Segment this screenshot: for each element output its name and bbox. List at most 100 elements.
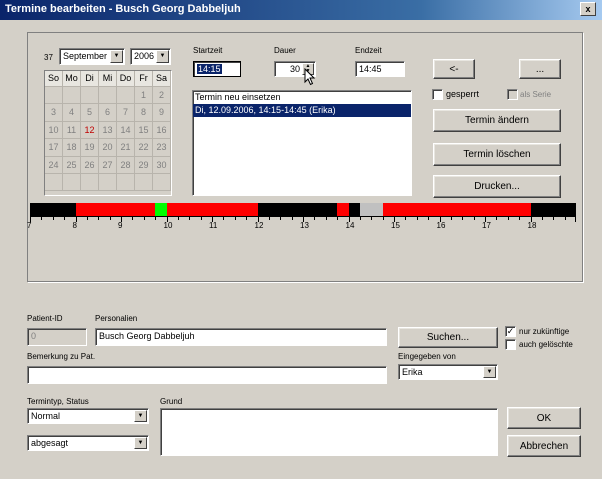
mouse-cursor-icon <box>304 68 316 86</box>
patient-id-value: 0 <box>31 331 37 341</box>
back-button[interactable]: <- <box>433 59 475 79</box>
calendar-day <box>45 87 63 105</box>
timeline-tick <box>132 217 134 220</box>
remark-input[interactable] <box>27 366 387 384</box>
year-select[interactable]: 2006 ▼ <box>130 48 171 65</box>
close-icon: x <box>585 4 591 14</box>
calendar-day[interactable]: 11 <box>63 121 81 140</box>
calendar-day[interactable]: 29 <box>135 156 153 174</box>
timeline-tick <box>325 217 327 220</box>
calendar-day[interactable]: 4 <box>63 104 81 122</box>
personal-input[interactable]: Busch Georg Dabbeljuh <box>95 328 387 346</box>
cancel-label: Abbrechen <box>519 440 569 452</box>
calendar-day[interactable]: 9 <box>153 104 171 122</box>
day-timeline[interactable] <box>30 203 576 216</box>
status-select[interactable]: abgesagt ▼ <box>27 435 149 451</box>
calendar-day[interactable]: 14 <box>117 121 135 140</box>
locked-checkbox[interactable] <box>432 89 443 100</box>
calendar-day[interactable]: 28 <box>117 156 135 174</box>
calendar-day[interactable]: 6 <box>99 104 117 122</box>
ok-button[interactable]: OK <box>507 407 581 429</box>
series-label: als Serie <box>520 90 552 99</box>
calendar-day[interactable]: 25 <box>63 156 81 174</box>
deleted-too-checkbox[interactable] <box>505 339 516 350</box>
timeline-segment-selected[interactable] <box>359 203 383 216</box>
start-time-input[interactable]: 14:15 <box>193 61 241 77</box>
weekday-header: Mi <box>99 71 117 87</box>
calendar-day[interactable]: 21 <box>117 139 135 157</box>
timeline-segment-booked[interactable] <box>75 203 156 216</box>
month-select[interactable]: September ▼ <box>59 48 125 65</box>
timeline-tick <box>223 217 225 220</box>
calendar-day[interactable]: 24 <box>45 156 63 174</box>
calendar-day[interactable]: 19 <box>81 139 99 157</box>
calendar-day[interactable]: 2 <box>153 87 171 105</box>
calendar-week-row <box>45 173 171 192</box>
calendar-day[interactable]: 23 <box>153 139 171 157</box>
calendar-day <box>63 87 81 105</box>
timeline-tick <box>519 217 521 220</box>
timeline-segment-free[interactable] <box>348 203 360 216</box>
end-time-label: Endzeit <box>355 46 382 55</box>
window-title-bar[interactable]: Termine bearbeiten - Busch Georg Dabbelj… <box>0 0 602 20</box>
delete-appointment-button[interactable]: Termin löschen <box>433 143 561 166</box>
change-appointment-button[interactable]: Termin ändern <box>433 109 561 132</box>
timeline-segment-free[interactable] <box>530 203 576 216</box>
timeline-segment-available[interactable] <box>155 203 167 216</box>
patient-id-input[interactable]: 0 <box>27 328 87 346</box>
reason-textarea[interactable] <box>160 408 498 456</box>
series-checkbox[interactable] <box>507 89 518 100</box>
weekday-header: Mo <box>63 71 81 87</box>
timeline-tick <box>143 217 145 220</box>
calendar-day[interactable]: 3 <box>45 104 63 122</box>
appointment-list[interactable]: Termin neu einsetzen Di, 12.09.2006, 14:1… <box>192 90 412 196</box>
calendar-day[interactable]: 22 <box>135 139 153 157</box>
calendar-day[interactable]: 17 <box>45 139 63 157</box>
calendar-day[interactable]: 13 <box>99 121 117 140</box>
calendar-grid[interactable]: So Mo Di Mi Do Fr Sa 1 2 3 4 5 6 7 8 9 10 11 12 13 14 15 16 17 1… <box>44 70 172 196</box>
timeline-tick <box>155 217 157 220</box>
chevron-down-icon: ▼ <box>134 410 147 422</box>
calendar-day[interactable]: 27 <box>99 156 117 174</box>
calendar-day[interactable]: 1 <box>135 87 153 105</box>
appointment-list-item[interactable]: Termin neu einsetzen <box>193 91 411 104</box>
end-time-input[interactable]: 14:45 <box>355 61 405 77</box>
calendar-day[interactable]: 26 <box>81 156 99 174</box>
timeline-tick <box>496 217 498 220</box>
calendar-day[interactable]: 15 <box>135 121 153 140</box>
duration-value: 30 <box>289 64 300 74</box>
calendar-day[interactable]: 16 <box>153 121 171 140</box>
timeline-tick <box>109 217 111 220</box>
calendar-day[interactable]: 20 <box>99 139 117 157</box>
timeline-tick <box>575 217 576 222</box>
future-only-checkbox[interactable]: ✓ <box>505 326 516 337</box>
appointment-list-item[interactable]: Di, 12.09.2006, 14:15-14:45 (Erika) <box>193 104 411 117</box>
calendar-day[interactable]: 5 <box>81 104 99 122</box>
calendar-week-row: 17 18 19 20 21 22 23 <box>45 139 171 157</box>
search-button[interactable]: Suchen... <box>398 327 498 348</box>
calendar-day[interactable]: 30 <box>153 156 171 174</box>
timeline-tick <box>405 217 407 220</box>
print-button[interactable]: Drucken... <box>433 175 561 198</box>
delete-appointment-label: Termin löschen <box>463 149 531 160</box>
timeline-tick <box>177 217 179 220</box>
calendar-day[interactable]: 12 <box>81 121 99 140</box>
more-button[interactable]: ... <box>519 59 561 79</box>
weekday-header: So <box>45 71 63 87</box>
calendar-day[interactable]: 10 <box>45 121 63 140</box>
calendar-day <box>63 173 81 192</box>
chevron-down-icon: ▼ <box>134 437 147 449</box>
timeline-segment-booked[interactable] <box>337 203 349 216</box>
timeline-hour-label: 12 <box>254 221 264 230</box>
calendar-day[interactable]: 7 <box>117 104 135 122</box>
entered-by-select[interactable]: Erika ▼ <box>398 364 498 380</box>
timeline-segment-free[interactable] <box>257 203 338 216</box>
close-button[interactable]: x <box>580 2 596 16</box>
calendar-day[interactable]: 8 <box>135 104 153 122</box>
calendar-day[interactable]: 18 <box>63 139 81 157</box>
timeline-segment-booked[interactable] <box>382 203 531 216</box>
cancel-button[interactable]: Abbrechen <box>507 435 581 457</box>
timeline-segment-booked[interactable] <box>166 203 258 216</box>
timeline-segment-free[interactable] <box>30 203 76 216</box>
appointment-type-select[interactable]: Normal ▼ <box>27 408 149 424</box>
